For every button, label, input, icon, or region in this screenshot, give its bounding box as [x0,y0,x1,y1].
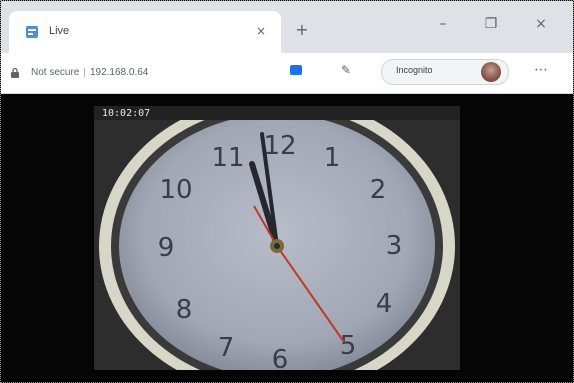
close-window-button[interactable]: × [519,9,563,39]
video-stream[interactable]: 10 9 8 7 6 2 3 4 5 12 1 11 10:02:07 [94,106,460,370]
clock-numeral: 10 [159,175,192,205]
tab-live[interactable]: Live × [9,11,281,53]
maximize-button[interactable]: ❐ [469,9,513,39]
avatar [481,62,501,82]
minimize-button[interactable]: – [421,9,465,39]
edit-icon[interactable]: ✎ [341,63,357,77]
clock-numeral: 8 [176,295,193,325]
clock-numeral: 12 [263,131,296,161]
url-text: Not secure | 192.168.0.64 [31,63,148,83]
incognito-button[interactable]: Incognito [381,59,509,85]
video-timestamp: 10:02:07 [102,108,151,119]
clock-numeral: 4 [376,289,393,319]
tab-close-icon[interactable]: × [253,23,269,39]
clock-numeral: 3 [386,231,403,261]
clock-numeral: 11 [211,143,244,173]
clock-numeral: 6 [272,345,289,370]
tab-strip: Live × + – ❐ × [1,1,573,53]
cast-icon[interactable] [290,65,302,75]
tab-title: Live [49,25,70,37]
clock-numeral: 7 [218,333,235,363]
clock-image: 10 9 8 7 6 2 3 4 5 12 1 11 [94,106,460,370]
browser-window: Live × + – ❐ × Not secure | 192.168.0.64 ✎… [0,0,574,383]
page-content: 10 9 8 7 6 2 3 4 5 12 1 11 10:02:07 [1,94,573,382]
clock-numeral: 1 [324,143,341,173]
url-host: 192.168.0.64 [89,67,149,78]
clock-numeral: 5 [340,331,357,361]
clock-numeral: 9 [158,233,175,263]
incognito-label: Incognito [396,65,433,75]
lock-icon [11,67,19,78]
url-separator: | [83,67,86,78]
clock-numeral: 2 [370,175,387,205]
address-bar[interactable]: Not secure | 192.168.0.64 [11,63,331,83]
page-icon [26,26,38,38]
new-tab-button[interactable]: + [293,21,311,39]
menu-icon[interactable]: ⋯ [531,63,551,77]
url-security-label: Not secure [31,67,80,78]
